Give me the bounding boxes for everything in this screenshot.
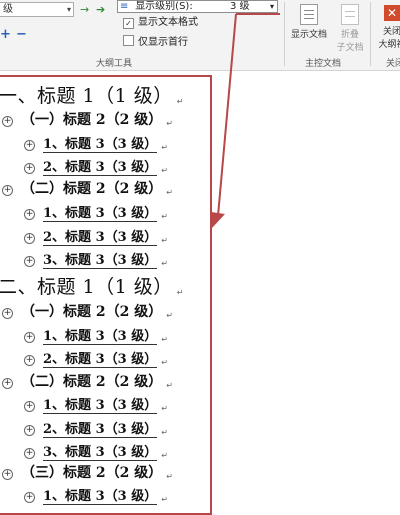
annotation-arrow <box>211 13 280 228</box>
